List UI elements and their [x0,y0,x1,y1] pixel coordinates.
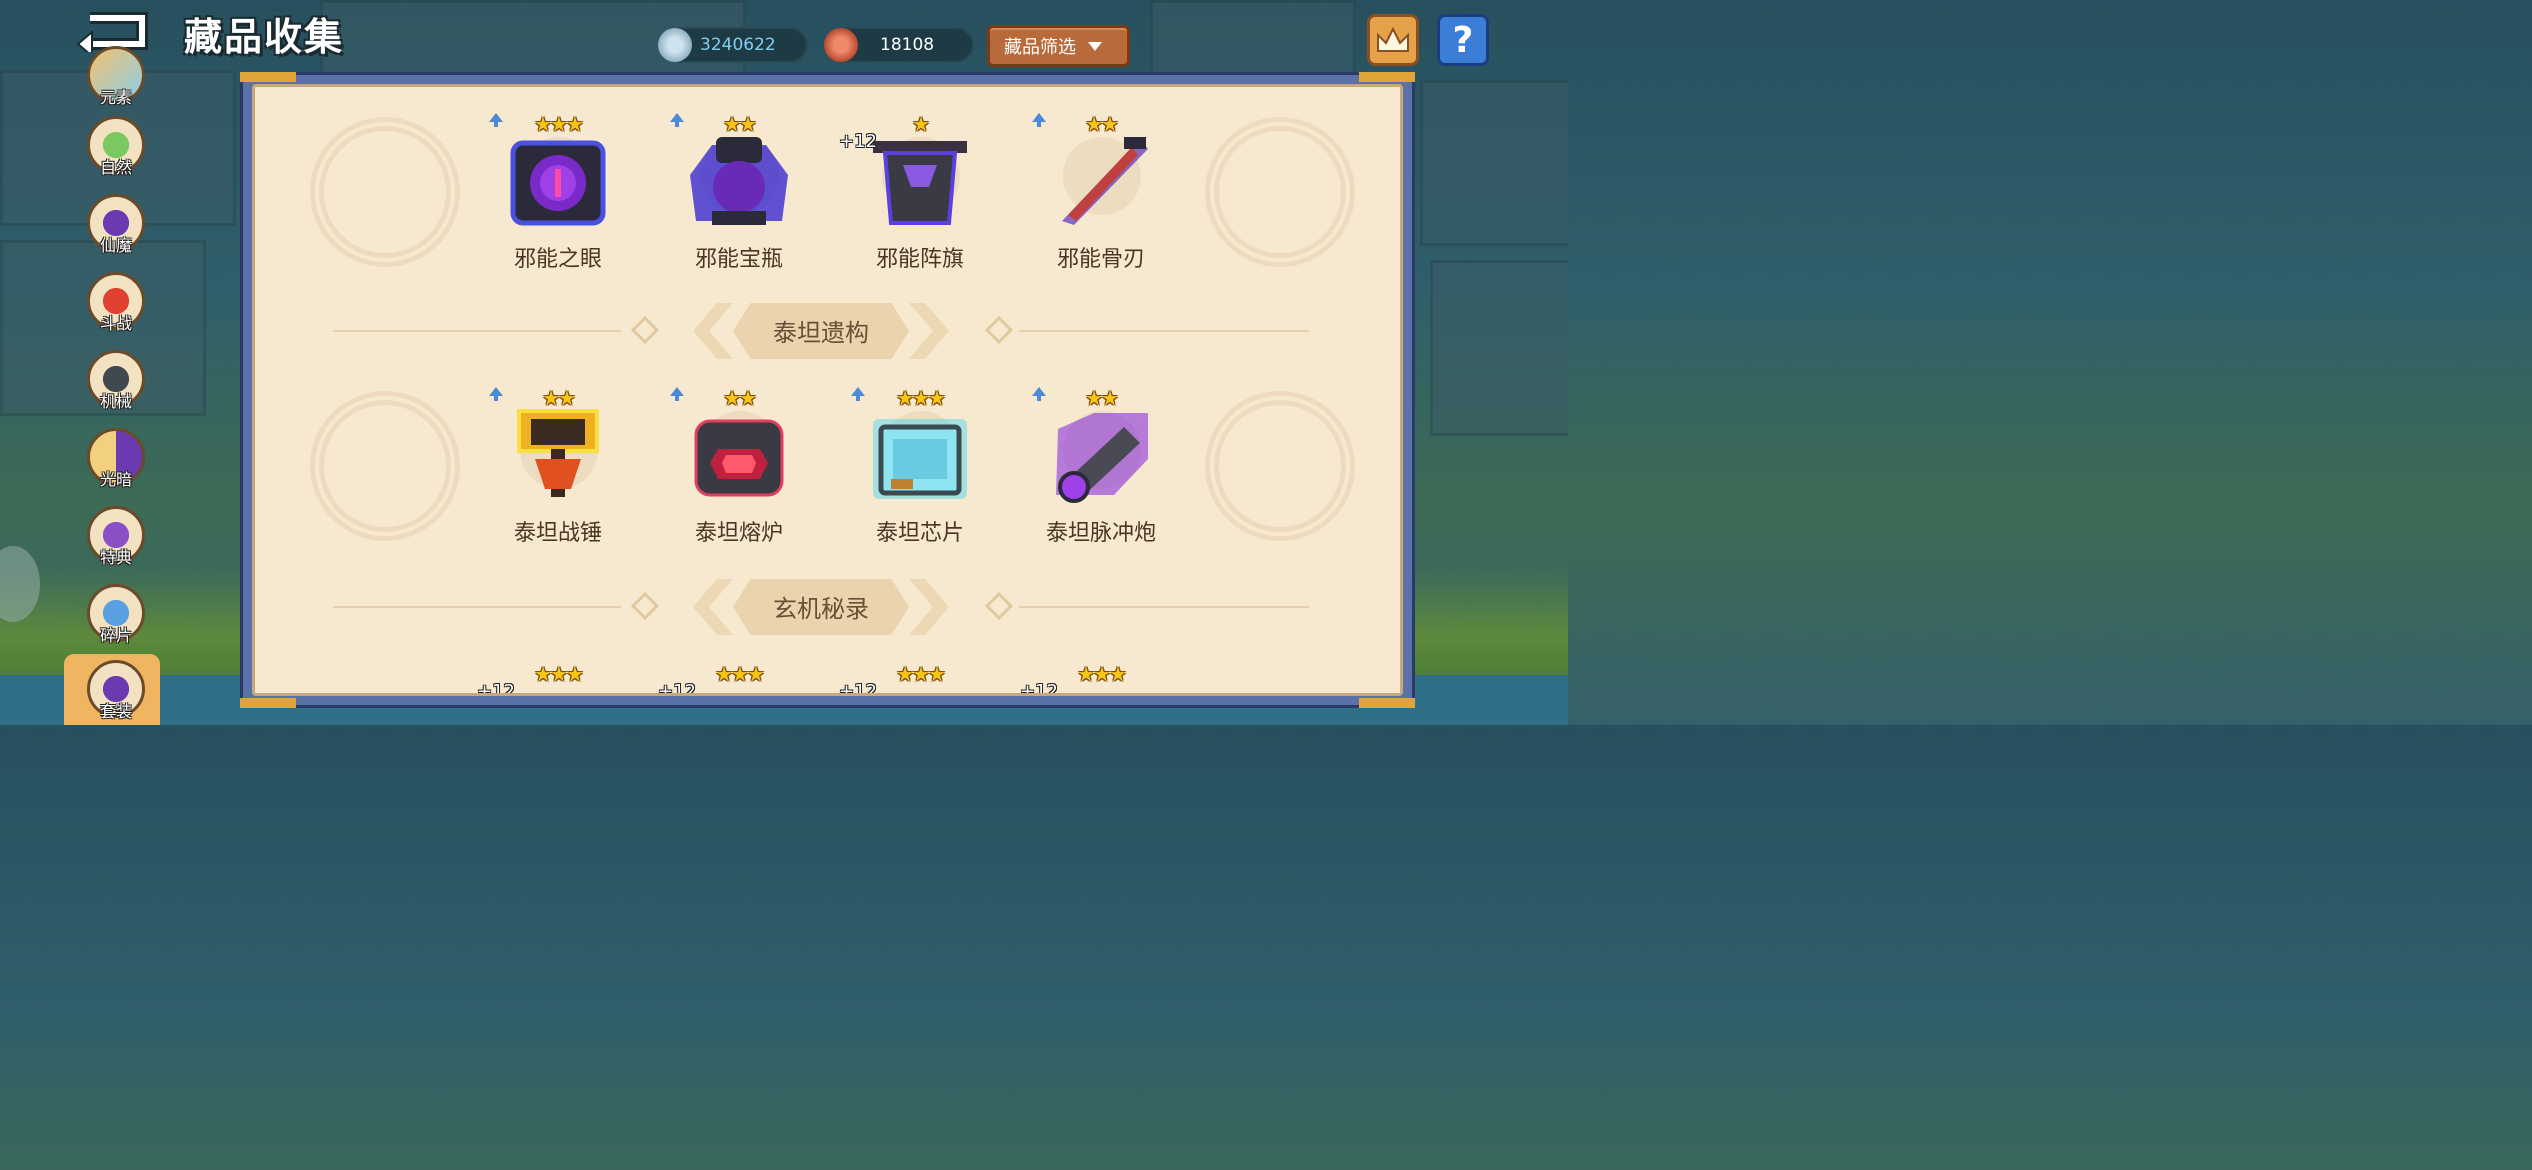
decorative-emblem [1205,117,1355,267]
collection-list[interactable]: ★★★ 邪能之眼 ★★ 邪能宝瓶 +12 ★ 邪能阵旗 ★★ 邪能骨刃 泰坦遗构… [252,84,1403,696]
sidebar-item-label: 光暗 [99,470,132,489]
crown-button[interactable] [1367,14,1419,66]
sidebar-item-immortal-demon[interactable]: 仙魔 [84,194,148,276]
decorative-emblem [1205,391,1355,541]
sidebar-item-nature[interactable]: 自然 [84,116,148,198]
star-rating: ★★ [723,386,757,410]
sidebar-item-label: 仙魔 [99,236,132,255]
titan-furnace-artifact-icon [694,419,784,497]
star-rating: ★ [912,112,930,136]
star-rating: ★★★ [896,386,946,410]
filter-label: 藏品筛选 [1004,37,1076,58]
item-name: 邪能阵旗 [875,247,964,272]
titan-pulse-cannon-artifact-icon [1056,413,1148,503]
star-rating: ★★ [1085,112,1119,136]
item-name: 邪能之眼 [513,247,602,272]
fel-bone-blade-artifact-icon [1062,137,1148,225]
sidebar-item-label: 元素 [99,88,132,107]
star-rating: ★★★ [534,662,584,686]
panel-corner [1359,698,1415,708]
sidebar-item-fragments[interactable]: 碎片 [84,584,148,666]
item-name: 泰坦芯片 [875,521,964,546]
filter-button[interactable]: 藏品筛选 [987,25,1130,67]
silver-coin-icon [658,28,692,62]
star-rating: ★★★ [896,662,946,686]
fel-banner-artifact-icon [873,141,967,225]
item-name: 泰坦熔炉 [694,521,783,546]
sidebar-item-mechanical[interactable]: 机械 [84,350,148,432]
sidebar-item-combat[interactable]: 斗战 [84,272,148,354]
silver-amount: 3240622 [700,35,776,55]
set-title: 玄机秘录 [773,595,869,623]
chevron-down-icon [1088,41,1102,51]
star-rating: ★★★ [1077,662,1127,686]
collection-panel: ★★★ 邪能之眼 ★★ 邪能宝瓶 +12 ★ 邪能阵旗 ★★ 邪能骨刃 泰坦遗构… [240,72,1415,708]
panel-corner [1359,72,1415,82]
set-header-titan: 泰坦遗构 [255,303,1400,359]
item-name: 邪能骨刃 [1056,247,1145,272]
fel-eye-artifact-icon [510,140,606,226]
star-rating: ★★★ [534,112,584,136]
sidebar-item-special[interactable]: 特典 [84,506,148,588]
decorative-emblem [310,117,460,267]
titan-chip-artifact-icon [873,419,967,499]
crown-icon [1377,26,1409,52]
item-name: 泰坦脉冲炮 [1045,521,1156,546]
sidebar-item-sets[interactable]: 套装 [84,660,148,742]
sidebar-item-label: 斗战 [99,314,132,333]
star-rating: ★★★ [715,662,765,686]
gem-counter: 18108 [824,27,974,63]
sidebar-item-label: 特典 [99,548,132,567]
decorative-emblem [310,391,460,541]
gem-amount: 18108 [880,35,935,55]
sidebar-item-label: 机械 [99,392,132,411]
sidebar-item-label: 自然 [99,158,132,177]
star-rating: ★★ [1085,386,1119,410]
help-button[interactable]: ? [1437,14,1489,66]
item-name: 泰坦战锤 [513,521,602,546]
star-rating: ★★ [542,386,576,410]
star-rating: ★★ [723,112,757,136]
item-name: 邪能宝瓶 [694,247,783,272]
panel-corner [240,698,296,708]
set-title: 泰坦遗构 [773,319,869,347]
question-icon: ? [1452,19,1474,61]
red-gem-icon [824,28,858,62]
panel-corner [240,72,296,82]
silver-counter: 3240622 [658,27,808,63]
fel-vase-artifact-icon [690,137,788,225]
sidebar-item-label: 套装 [99,702,132,721]
set-header-xuanji: 玄机秘录 [255,579,1400,635]
titan-hammer-artifact-icon [517,409,599,497]
sidebar-item-light-dark[interactable]: 光暗 [84,428,148,510]
sidebar-item-label: 碎片 [99,626,132,645]
page-title: 藏品收集 [184,15,345,59]
